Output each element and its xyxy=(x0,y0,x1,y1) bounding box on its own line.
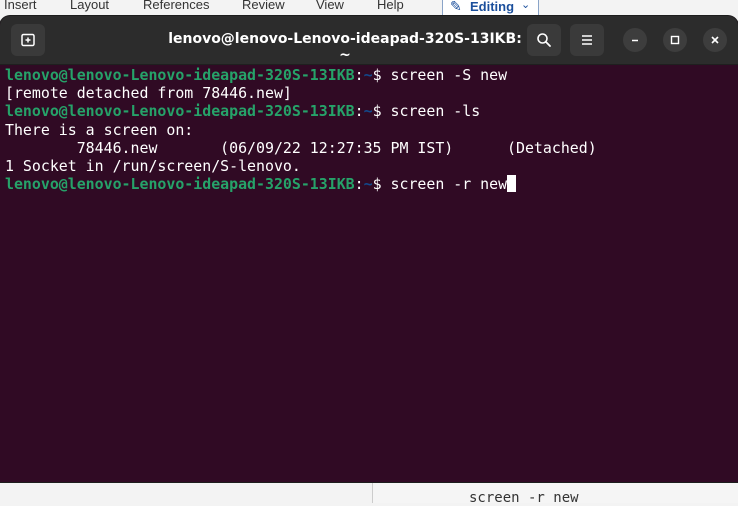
terminal-prompt-line: lenovo@lenovo-Lenovo-ideapad-320S-13IKB:… xyxy=(5,66,738,84)
hamburger-menu-icon xyxy=(582,35,592,45)
menu-review[interactable]: Review xyxy=(242,0,285,12)
search-button[interactable] xyxy=(527,24,561,56)
search-icon xyxy=(537,33,551,47)
menu-references[interactable]: References xyxy=(143,0,209,12)
prompt-user: lenovo@lenovo-Lenovo-ideapad-320S-13IKB xyxy=(5,66,355,84)
pencil-icon: ✎ xyxy=(450,0,462,14)
prompt-user: lenovo@lenovo-Lenovo-ideapad-320S-13IKB xyxy=(5,175,355,194)
close-icon xyxy=(711,36,719,44)
menu-view[interactable]: View xyxy=(316,0,344,12)
terminal-prompt-line: lenovo@lenovo-Lenovo-ideapad-320S-13IKB:… xyxy=(5,175,738,193)
terminal-command: screen -ls xyxy=(390,102,481,121)
terminal-output[interactable]: lenovo@lenovo-Lenovo-ideapad-320S-13IKB:… xyxy=(5,66,738,193)
maximize-icon xyxy=(670,35,680,45)
terminal-output-line: 78446.new (06/09/22 12:27:35 PM IST) (De… xyxy=(5,138,597,157)
prompt-separator: : xyxy=(354,175,364,194)
maximize-button[interactable] xyxy=(663,28,687,52)
menu-button[interactable] xyxy=(570,24,604,56)
terminal-cursor xyxy=(507,175,517,193)
background-menubar: Insert Layout References Review View Hel… xyxy=(0,0,738,16)
prompt-separator: : xyxy=(354,102,364,121)
terminal-command: screen -r new xyxy=(390,175,508,194)
terminal-command: screen -S new xyxy=(390,66,508,84)
prompt-path: ~ xyxy=(363,66,373,84)
terminal-output-line: There is a screen on: xyxy=(5,120,194,139)
terminal-headerbar: lenovo@lenovo-Lenovo-ideapad-320S-13IKB:… xyxy=(0,16,738,65)
window-title: lenovo@lenovo-Lenovo-ideapad-320S-13IKB:… xyxy=(168,31,522,63)
chevron-down-icon: ⌄ xyxy=(521,0,531,11)
prompt-separator: : xyxy=(354,66,364,84)
terminal-output-line: 1 Socket in /run/screen/S-lenovo. xyxy=(5,156,301,175)
minimize-button[interactable] xyxy=(623,28,647,52)
editing-mode-label: Editing xyxy=(470,0,515,14)
background-document-text: screen -r new xyxy=(469,490,579,506)
prompt-symbol: $ xyxy=(372,66,391,84)
prompt-symbol: $ xyxy=(372,102,391,121)
prompt-path: ~ xyxy=(363,102,373,121)
menu-insert[interactable]: Insert xyxy=(4,0,37,12)
menu-help[interactable]: Help xyxy=(377,0,404,12)
new-tab-icon xyxy=(21,33,35,47)
prompt-symbol: $ xyxy=(372,175,391,194)
prompt-path: ~ xyxy=(363,175,373,194)
prompt-user: lenovo@lenovo-Lenovo-ideapad-320S-13IKB xyxy=(5,102,355,121)
new-tab-button[interactable] xyxy=(11,24,45,56)
terminal-output-line: [remote detached from 78446.new] xyxy=(5,84,292,103)
terminal-window: lenovo@lenovo-Lenovo-ideapad-320S-13IKB:… xyxy=(0,16,738,482)
minimize-icon xyxy=(632,39,638,42)
close-button[interactable] xyxy=(703,28,727,52)
terminal-prompt-line: lenovo@lenovo-Lenovo-ideapad-320S-13IKB:… xyxy=(5,102,738,120)
menu-layout[interactable]: Layout xyxy=(70,0,109,12)
background-document: screen -r new xyxy=(372,482,738,506)
